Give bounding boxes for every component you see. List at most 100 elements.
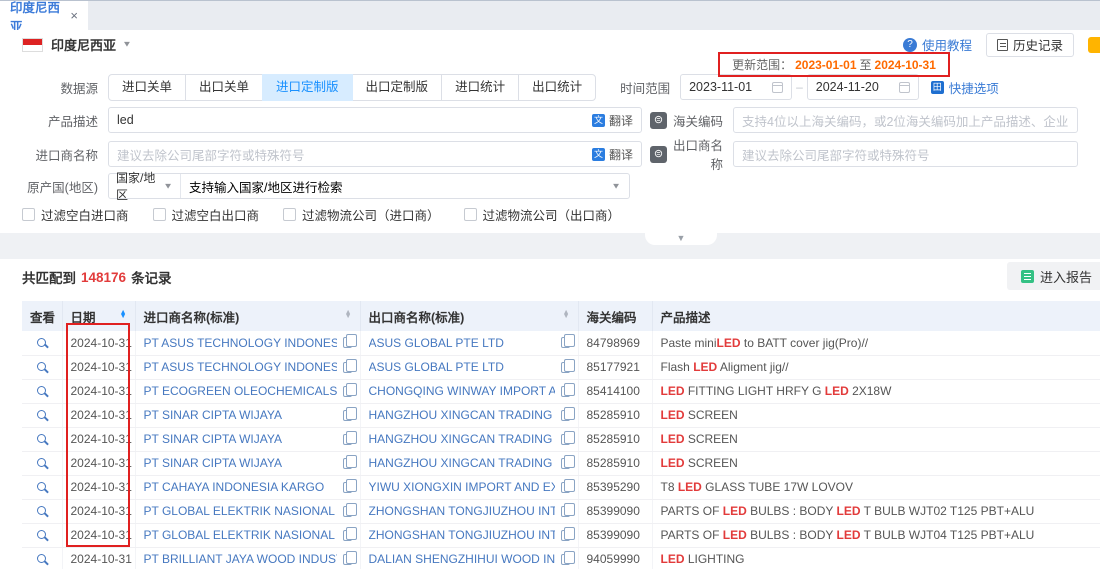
chevron-down-icon[interactable]: ▼ [122,40,132,49]
copy-icon[interactable] [561,458,570,469]
country-selector-label[interactable]: 印度尼西亚 [51,35,116,54]
hs-code-input[interactable]: 支持4位以上海关编码，或2位海关编码加上产品描述、企业名称的任意信息 [733,107,1078,133]
exporter-link[interactable]: ASUS GLOBAL PTE LTD [369,336,504,350]
checkbox-icon[interactable] [283,208,296,221]
history-button[interactable]: 历史记录 [986,33,1074,57]
copy-icon[interactable] [343,337,352,348]
importer-link[interactable]: PT CAHAYA INDONESIA KARGO [144,480,325,494]
view-magnifier-icon[interactable] [37,410,46,419]
copy-icon[interactable] [561,506,570,517]
copy-icon[interactable] [561,386,570,397]
favorite-icon[interactable] [1088,37,1100,53]
enter-report-button[interactable]: 进入报告 [1007,262,1100,290]
importer-link[interactable]: PT SINAR CIPTA WIJAYA [144,432,282,446]
origin-placeholder: 支持输入国家/地区进行检索 [189,177,342,196]
exporter-link[interactable]: ASUS GLOBAL PTE LTD [369,360,504,374]
date-from-input[interactable]: 2023-11-01 [680,74,792,100]
exclude-filter-icon[interactable]: ⊜ [650,112,667,129]
filter-checkbox[interactable]: 过滤空白出口商 [153,205,260,224]
exclude-filter-icon[interactable]: ⊜ [650,146,667,163]
copy-icon[interactable] [343,362,352,373]
view-magnifier-icon[interactable] [37,362,46,371]
importer-link[interactable]: PT ASUS TECHNOLOGY INDONESIA BA... [144,336,337,350]
datasource-tab[interactable]: 进口关单 [108,74,186,101]
filter-checkbox[interactable]: 过滤物流公司（进口商） [283,205,440,224]
datasource-tab[interactable]: 进口统计 [441,74,519,101]
checkbox-icon[interactable] [153,208,166,221]
sort-icon[interactable]: ▲▼ [563,311,570,320]
col-product[interactable]: 产品描述 [652,301,1100,331]
importer-link[interactable]: PT SINAR CIPTA WIJAYA [144,456,282,470]
exporter-link[interactable]: YIWU XIONGXIN IMPORT AND EXPORT... [369,480,555,494]
importer-link[interactable]: PT GLOBAL ELEKTRIK NASIONAL [144,528,335,542]
copy-icon[interactable] [343,410,352,421]
exporter-link[interactable]: CHONGQING WINWAY IMPORT AND E... [369,384,555,398]
view-magnifier-icon[interactable] [37,506,46,515]
copy-icon[interactable] [561,434,570,445]
copy-icon[interactable] [561,482,570,493]
exporter-link[interactable]: ZHONGSHAN TONGJIUZHOU INTERNA... [369,504,555,518]
copy-icon[interactable] [343,554,352,565]
importer-link[interactable]: PT BRILLIANT JAYA WOOD INDUSTRY [144,552,337,566]
datasource-tab[interactable]: 出口统计 [518,74,596,101]
copy-icon[interactable] [343,482,352,493]
view-magnifier-icon[interactable] [37,482,46,491]
product-desc-input[interactable]: led 文 翻译 [108,107,642,133]
col-date[interactable]: 日期▲▼ [62,301,135,331]
checkbox-icon[interactable] [464,208,477,221]
importer-link[interactable]: PT ECOGREEN OLEOCHEMICALS [144,384,337,398]
checkbox-icon[interactable] [22,208,35,221]
copy-icon[interactable] [343,530,352,541]
hscode-cell: 85399090 [578,499,652,523]
sort-icon[interactable]: ▲▼ [345,311,352,320]
view-magnifier-icon[interactable] [37,386,46,395]
view-magnifier-icon[interactable] [37,458,46,467]
exporter-link[interactable]: HANGZHOU XINGCAN TRADING CO LTD [369,432,555,446]
col-hscode[interactable]: 海关编码 [578,301,652,331]
exporter-link[interactable]: ZHONGSHAN TONGJIUZHOU INTERNA... [369,528,555,542]
translate-button[interactable]: 文 翻译 [592,146,633,163]
translate-label: 翻译 [609,112,633,129]
origin-select[interactable]: 国家/地区 ▼ [109,174,181,198]
copy-icon[interactable] [561,337,570,348]
quick-options-link[interactable]: 田 快捷选项 [931,78,999,97]
importer-link[interactable]: PT ASUS TECHNOLOGY INDONESIA BA... [144,360,337,374]
translate-button[interactable]: 文 翻译 [592,112,633,129]
datasource-tab[interactable]: 出口关单 [185,74,263,101]
copy-icon[interactable] [561,530,570,541]
view-magnifier-icon[interactable] [37,530,46,539]
copy-icon[interactable] [343,386,352,397]
col-importer[interactable]: 进口商名称(标准)▲▼ [135,301,360,331]
filter-checkbox[interactable]: 过滤物流公司（出口商） [464,205,621,224]
view-magnifier-icon[interactable] [37,554,46,563]
exporter-link[interactable]: DALIAN SHENGZHIHUI WOOD INDUST... [369,552,555,566]
date-to-input[interactable]: 2024-11-20 [807,74,919,100]
copy-icon[interactable] [343,506,352,517]
translate-label: 翻译 [609,146,633,163]
exporter-cell: ASUS GLOBAL PTE LTD [360,355,578,379]
view-magnifier-icon[interactable] [37,434,46,443]
importer-link[interactable]: PT SINAR CIPTA WIJAYA [144,408,282,422]
copy-icon[interactable] [343,458,352,469]
exporter-link[interactable]: HANGZHOU XINGCAN TRADING CO LTD [369,456,555,470]
copy-icon[interactable] [561,554,570,565]
copy-icon[interactable] [561,362,570,373]
importer-input[interactable]: 建议去除公司尾部字符或特殊符号 文 翻译 [108,141,642,167]
copy-icon[interactable] [561,410,570,421]
datasource-tab[interactable]: 进口定制版 [262,74,353,101]
view-magnifier-icon[interactable] [37,338,46,347]
copy-icon[interactable] [343,434,352,445]
exporter-link[interactable]: HANGZHOU XINGCAN TRADING CO LTD [369,408,555,422]
datasource-tab[interactable]: 出口定制版 [352,74,443,101]
tab-indonesia[interactable]: 印度尼西亚 × [0,1,88,30]
filter-checkbox[interactable]: 过滤空白进口商 [22,205,129,224]
sort-icon[interactable]: ▲▼ [120,311,127,320]
importer-link[interactable]: PT GLOBAL ELEKTRIK NASIONAL [144,504,335,518]
product-cell: LED SCREEN [652,427,1100,451]
collapse-panel-handle[interactable]: ▼ [645,231,717,245]
tab-close-icon[interactable]: × [70,8,78,23]
exporter-input[interactable]: 建议去除公司尾部字符或特殊符号 [733,141,1078,167]
col-view[interactable]: 查看 [22,301,62,331]
origin-search-input[interactable]: 支持输入国家/地区进行检索 ▼ [181,177,629,196]
col-exporter[interactable]: 出口商名称(标准)▲▼ [360,301,578,331]
